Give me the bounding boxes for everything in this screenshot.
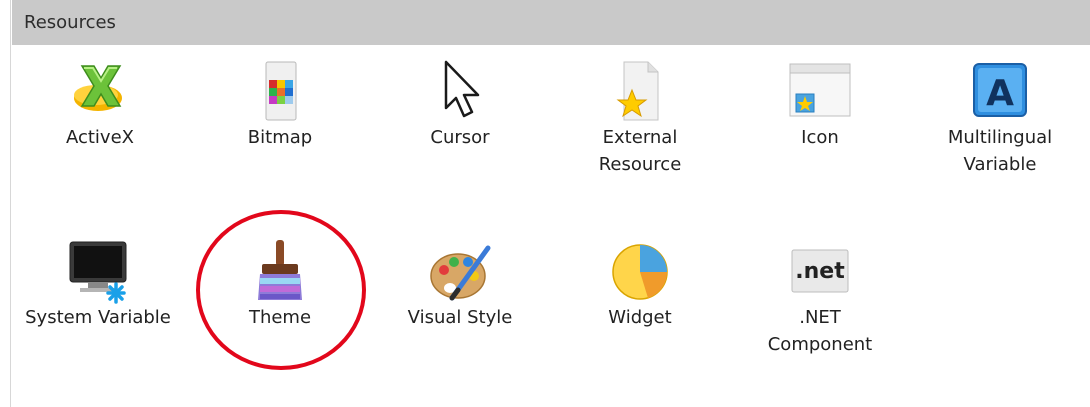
system-variable-icon (69, 241, 127, 304)
resource-label: Multilingual Variable (947, 127, 1053, 175)
palette-icon (430, 245, 491, 301)
left-border (0, 0, 11, 407)
activex-icon (74, 65, 122, 111)
svg-text:.net: .net (795, 259, 845, 284)
dotnet-icon: .net (791, 249, 849, 293)
resource-label: Visual Style (407, 307, 513, 328)
widget-pie-icon (612, 244, 668, 300)
resource-label: System Variable (25, 307, 171, 328)
resource-label: Bitmap (247, 127, 313, 148)
resource-label: Icon (801, 127, 839, 148)
multilingual-variable-icon: A (973, 63, 1027, 117)
panel-title: Resources (24, 12, 116, 33)
resources-header: Resources (12, 0, 1090, 45)
svg-text:A: A (986, 73, 1014, 114)
icon-resource-icon (789, 63, 851, 117)
external-resource-icon (616, 61, 659, 121)
bitmap-icon (265, 61, 297, 121)
resource-label: ActiveX (65, 127, 134, 148)
resource-label: Widget (608, 307, 672, 328)
resource-label: Cursor (430, 127, 490, 148)
resource-label: .NET Component (767, 307, 873, 355)
cursor-icon (444, 60, 480, 118)
resource-label: External Resource (598, 127, 682, 175)
theme-highlight-circle (196, 210, 366, 370)
